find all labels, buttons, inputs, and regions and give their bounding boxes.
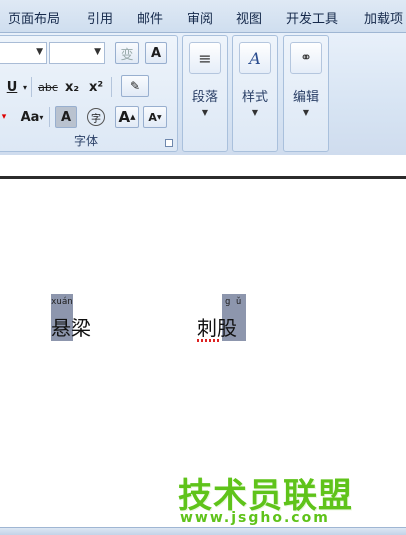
- phonetic-guide-icon: 变: [120, 47, 134, 63]
- chevron-down-icon: ▼: [94, 47, 101, 57]
- dialog-launcher-icon[interactable]: [165, 139, 173, 147]
- chevron-down-icon: ▾: [39, 112, 44, 122]
- font-group: ▼ ▼ 变 A U ▾ abc x₂ x² ✎ ▾ Aa ▾ A 字 A ▲ A ▼ …: [0, 35, 178, 152]
- shrink-font-button[interactable]: A ▼: [143, 106, 167, 128]
- font-name-combo[interactable]: ▼: [0, 42, 47, 64]
- tab-page-layout[interactable]: 页面布局: [8, 8, 60, 27]
- change-case-button[interactable]: Aa ▾: [17, 106, 47, 128]
- superscript-button[interactable]: x²: [87, 76, 105, 98]
- tab-view[interactable]: 视图: [236, 8, 262, 27]
- tab-addins[interactable]: 加载项: [364, 8, 403, 27]
- font-size-combo[interactable]: ▼: [49, 42, 105, 64]
- paragraph-group[interactable]: ≡ 段落 ▼: [182, 35, 228, 152]
- align-lines-icon: ≡: [189, 42, 221, 74]
- ribbon-tab-bar: 页面布局 引用 邮件 审阅 视图 开发工具 加载项: [0, 0, 406, 33]
- chevron-down-icon: ▼: [36, 47, 43, 57]
- styles-icon: A: [239, 42, 271, 74]
- tab-mailings[interactable]: 邮件: [137, 8, 163, 27]
- editing-group[interactable]: ⚭ 编辑 ▼: [283, 35, 329, 152]
- tab-developer[interactable]: 开发工具: [286, 8, 338, 27]
- eraser-icon: ✎: [129, 79, 141, 93]
- chevron-down-icon: ▼: [251, 108, 259, 117]
- tab-review[interactable]: 审阅: [187, 8, 213, 27]
- font-group-label: 字体: [73, 134, 98, 148]
- separator: [49, 107, 50, 127]
- phonetic-guide-button[interactable]: 变: [115, 42, 139, 64]
- pinyin-annotation: xuán: [51, 297, 73, 307]
- separator: [31, 77, 32, 97]
- ribbon: ▼ ▼ 变 A U ▾ abc x₂ x² ✎ ▾ Aa ▾ A 字 A ▲ A ▼ …: [0, 33, 406, 155]
- editing-label: 编辑: [292, 90, 319, 105]
- char-shading-button[interactable]: A: [55, 106, 77, 128]
- enclosed-char-icon: 字: [87, 108, 105, 126]
- strikethrough-button[interactable]: abc: [35, 76, 61, 98]
- spellcheck-underline: [197, 339, 221, 342]
- ribbon-gap: [0, 155, 406, 176]
- font-color-dropdown[interactable]: ▾: [0, 106, 9, 128]
- char-border-button[interactable]: A: [145, 42, 167, 64]
- watermark-url: www.jsgho.com: [180, 510, 330, 526]
- grow-font-button[interactable]: A ▲: [115, 106, 139, 128]
- styles-label: 样式: [241, 90, 268, 105]
- chevron-down-icon: ▼: [302, 108, 310, 117]
- chevron-down-icon: ▼: [201, 108, 209, 117]
- pinyin-annotation: g ǔ: [225, 297, 242, 307]
- clear-formatting-button[interactable]: ✎: [121, 75, 149, 97]
- separator: [111, 77, 112, 97]
- binoculars-icon: ⚭: [290, 42, 322, 74]
- underline-dropdown[interactable]: ▾: [21, 76, 29, 98]
- tab-references[interactable]: 引用: [87, 8, 113, 27]
- doc-word-1[interactable]: 悬梁: [51, 312, 91, 341]
- status-bar: [0, 527, 406, 535]
- subscript-button[interactable]: x₂: [63, 76, 81, 98]
- doc-word-2[interactable]: 刺股: [197, 312, 237, 341]
- styles-group[interactable]: A 样式 ▼: [232, 35, 278, 152]
- underline-button[interactable]: U: [3, 76, 21, 98]
- paragraph-label: 段落: [191, 90, 218, 105]
- enclose-char-button[interactable]: 字: [85, 106, 107, 128]
